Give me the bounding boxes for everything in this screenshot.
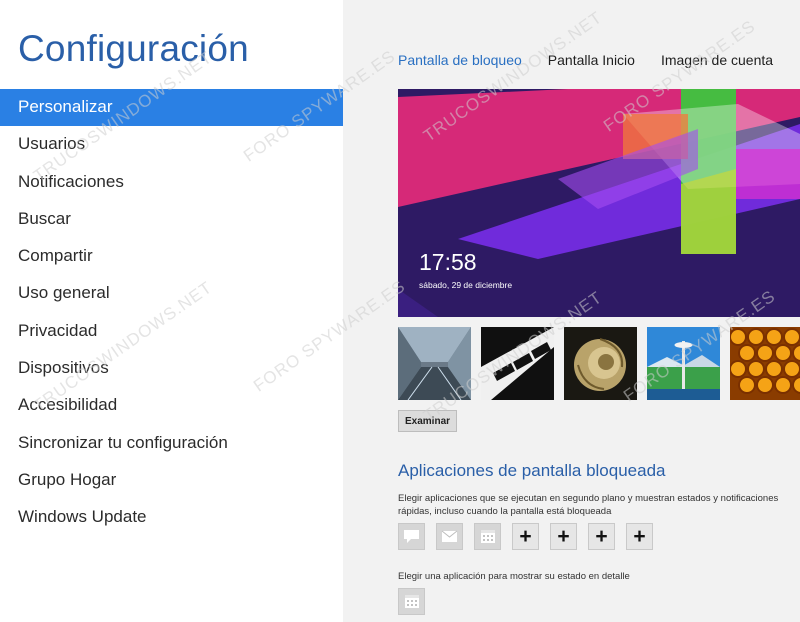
add-lock-app-button-3[interactable]: + bbox=[588, 523, 615, 550]
lock-apps-title: Aplicaciones de pantalla bloqueada bbox=[398, 461, 666, 480]
page-title: Configuración bbox=[18, 28, 249, 69]
add-lock-app-button-1[interactable]: + bbox=[512, 523, 539, 550]
menu-item-privacidad[interactable]: Privacidad bbox=[0, 313, 343, 350]
tab-pantalla-de-bloqueo[interactable]: Pantalla de bloqueo bbox=[398, 52, 522, 68]
tab-bar: Pantalla de bloqueo Pantalla Inicio Imag… bbox=[398, 52, 773, 68]
menu-item-windows-update[interactable]: Windows Update bbox=[0, 499, 343, 536]
detail-status-slot[interactable] bbox=[398, 588, 425, 615]
menu-item-usuarios[interactable]: Usuarios bbox=[0, 126, 343, 163]
settings-menu: Personalizar Usuarios Notificaciones Bus… bbox=[0, 89, 343, 537]
plus-icon: + bbox=[557, 525, 570, 548]
plus-icon: + bbox=[519, 525, 532, 548]
nautilus-thumbnail[interactable] bbox=[564, 327, 637, 400]
personalize-pane: Pantalla de bloqueo Pantalla Inicio Imag… bbox=[343, 0, 800, 622]
calendar-icon bbox=[480, 530, 495, 543]
detail-status-description: Elegir una aplicación para mostrar su es… bbox=[398, 571, 630, 582]
tab-imagen-de-cuenta[interactable]: Imagen de cuenta bbox=[661, 52, 773, 68]
menu-item-accesibilidad[interactable]: Accesibilidad bbox=[0, 387, 343, 424]
wallpaper-thumbnails bbox=[398, 327, 800, 400]
menu-item-compartir[interactable]: Compartir bbox=[0, 238, 343, 275]
add-lock-app-button-2[interactable]: + bbox=[550, 523, 577, 550]
lock-clock: 17:58 bbox=[419, 249, 477, 275]
lock-app-slot-calendar[interactable] bbox=[474, 523, 501, 550]
lock-app-slot-mail[interactable] bbox=[436, 523, 463, 550]
menu-item-dispositivos[interactable]: Dispositivos bbox=[0, 350, 343, 387]
plus-icon: + bbox=[633, 525, 646, 548]
menu-item-notificaciones[interactable]: Notificaciones bbox=[0, 164, 343, 201]
settings-nav-pane: Configuración Personalizar Usuarios Noti… bbox=[0, 0, 343, 622]
lock-date: sábado, 29 de diciembre bbox=[419, 280, 513, 290]
lock-apps-slots: + + + + bbox=[398, 523, 653, 550]
lock-screen-preview: 17:58 sábado, 29 de diciembre bbox=[398, 89, 800, 317]
browse-button[interactable]: Examinar bbox=[398, 410, 458, 432]
tab-pantalla-inicio[interactable]: Pantalla Inicio bbox=[548, 52, 635, 68]
piano-thumbnail[interactable] bbox=[481, 327, 554, 400]
add-lock-app-button-4[interactable]: + bbox=[626, 523, 653, 550]
lock-app-slot-messaging[interactable] bbox=[398, 523, 425, 550]
detail-status-calendar[interactable] bbox=[398, 588, 425, 615]
menu-item-grupo-hogar[interactable]: Grupo Hogar bbox=[0, 462, 343, 499]
plus-icon: + bbox=[595, 525, 608, 548]
menu-item-sincronizar[interactable]: Sincronizar tu configuración bbox=[0, 425, 343, 462]
message-icon bbox=[404, 530, 419, 543]
mail-icon bbox=[441, 530, 458, 542]
tunnel-thumbnail[interactable] bbox=[398, 327, 471, 400]
menu-item-uso-general[interactable]: Uso general bbox=[0, 275, 343, 312]
menu-item-personalizar[interactable]: Personalizar bbox=[0, 89, 343, 127]
lock-apps-description: Elegir aplicaciones que se ejecutan en s… bbox=[398, 493, 779, 517]
space-needle-thumbnail[interactable] bbox=[647, 327, 720, 400]
calendar-icon bbox=[404, 595, 419, 608]
honeycomb-thumbnail[interactable] bbox=[730, 327, 800, 400]
menu-item-buscar[interactable]: Buscar bbox=[0, 201, 343, 238]
